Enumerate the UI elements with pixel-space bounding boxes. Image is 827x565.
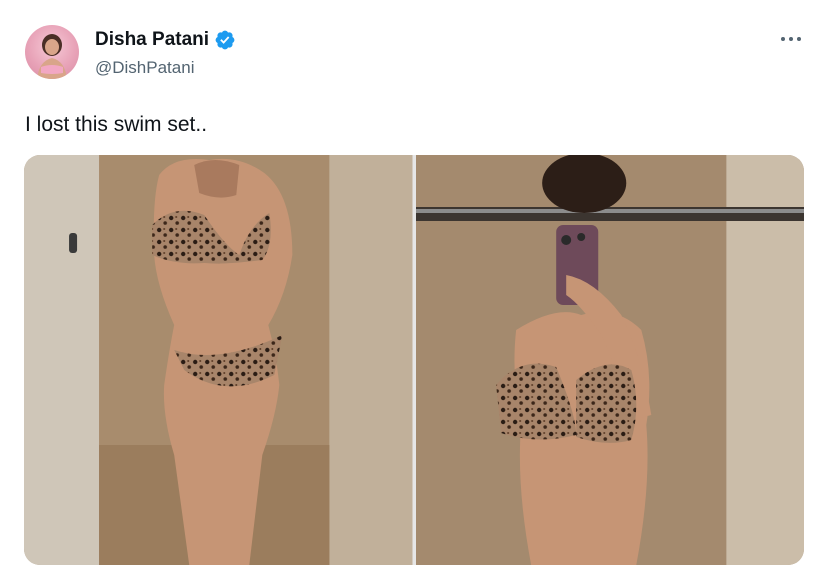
tweet-photo-1[interactable] bbox=[24, 155, 413, 565]
more-horizontal-icon bbox=[781, 37, 801, 41]
author-name-row[interactable]: Disha Patani bbox=[95, 29, 236, 51]
author-handle[interactable]: @DishPatani bbox=[95, 58, 194, 78]
avatar[interactable] bbox=[25, 25, 79, 79]
tweet-photo-2[interactable] bbox=[415, 155, 804, 565]
media-grid bbox=[24, 155, 804, 565]
more-options-button[interactable] bbox=[774, 26, 808, 52]
author-display-name[interactable]: Disha Patani bbox=[95, 29, 209, 51]
tweet-text: I lost this swim set.. bbox=[25, 113, 208, 136]
verified-badge-icon bbox=[214, 29, 236, 51]
